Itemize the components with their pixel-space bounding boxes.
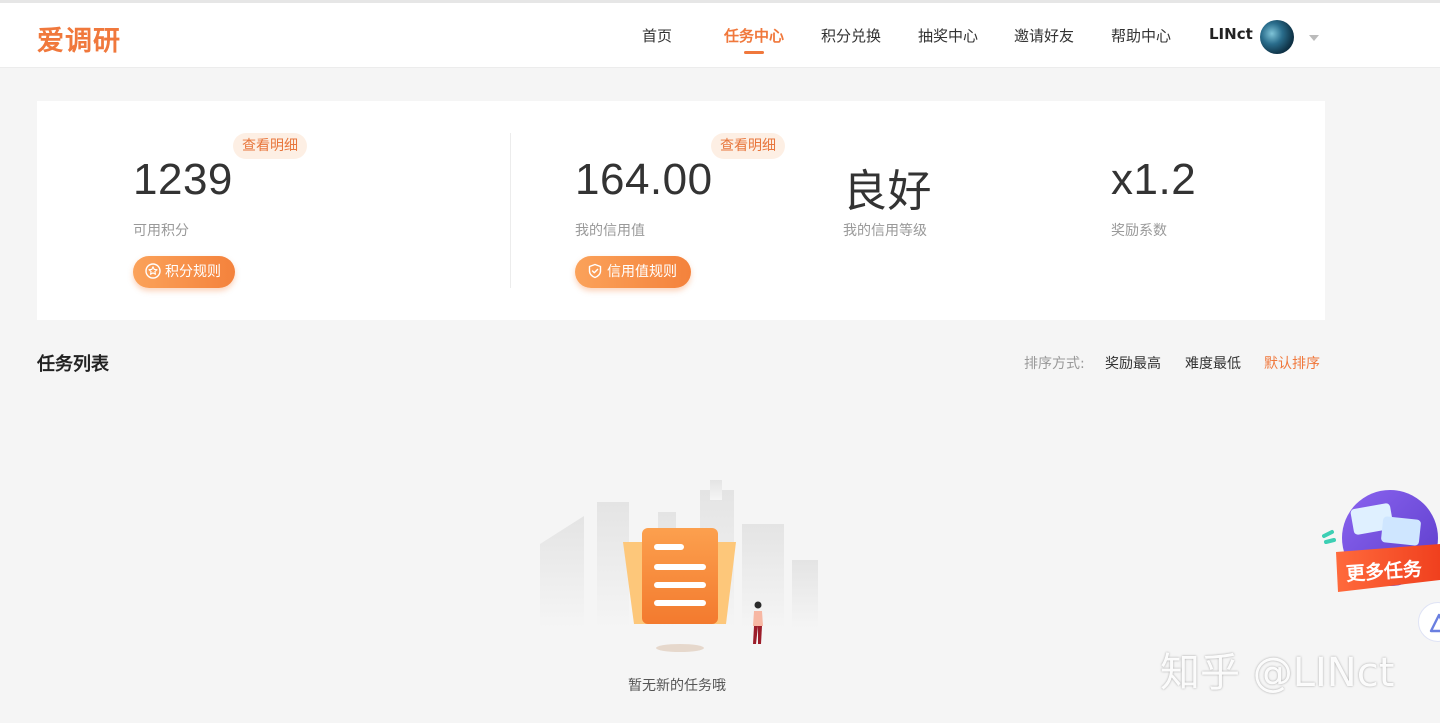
top-navbar: 爱调研 首页 任务中心 积分兑换 抽奖中心 邀请好友 帮助中心 LINct (0, 3, 1440, 68)
nav-item-lottery[interactable]: 抽奖中心 (918, 25, 978, 46)
nav-item-help[interactable]: 帮助中心 (1111, 25, 1171, 46)
stats-divider (510, 133, 511, 288)
watermark: 知乎 @LINct (1160, 650, 1395, 696)
credit-detail-link[interactable]: 查看明细 (711, 133, 785, 159)
points-label: 可用积分 (133, 223, 189, 239)
credit-level-value: 良好 (843, 167, 932, 216)
task-list-title: 任务列表 (37, 354, 109, 375)
credit-level-label: 我的信用等级 (843, 223, 927, 239)
stats-card: 查看明细 1239 可用积分 积分规则 查看明细 164.00 我的信用值 信用… (37, 101, 1325, 320)
more-tasks-badge-icon: 更多任务 (1322, 490, 1440, 592)
sort-label: 排序方式: (1024, 356, 1085, 372)
avatar[interactable] (1260, 20, 1294, 54)
username[interactable]: LINct (1209, 25, 1253, 43)
chevron-down-icon[interactable] (1309, 35, 1319, 41)
nav-item-home[interactable]: 首页 (642, 25, 672, 46)
credit-label: 我的信用值 (575, 223, 645, 239)
empty-state-illustration (540, 480, 818, 652)
empty-state-text: 暂无新的任务哦 (628, 678, 726, 694)
points-value: 1239 (133, 155, 233, 204)
sort-option-default[interactable]: 默认排序 (1264, 353, 1320, 373)
reward-multiplier-value: x1.2 (1111, 155, 1197, 204)
credit-rule-button[interactable]: 信用值规则 (575, 256, 691, 288)
reward-multiplier-label: 奖励系数 (1111, 223, 1167, 239)
nav-item-invite[interactable]: 邀请好友 (1014, 25, 1074, 46)
nav-item-task-center[interactable]: 任务中心 (724, 25, 784, 46)
active-nav-indicator (744, 51, 764, 54)
sort-option-highest-reward[interactable]: 奖励最高 (1105, 353, 1161, 373)
points-detail-link[interactable]: 查看明细 (233, 133, 307, 159)
credit-rule-label: 信用值规则 (607, 264, 677, 280)
star-badge-icon (145, 263, 161, 279)
triangle-logo-icon (1429, 613, 1440, 633)
points-rule-label: 积分规则 (165, 264, 221, 280)
points-rule-button[interactable]: 积分规则 (133, 256, 235, 288)
nav-item-points-exchange[interactable]: 积分兑换 (821, 25, 881, 46)
sort-option-lowest-difficulty[interactable]: 难度最低 (1185, 353, 1241, 373)
feedback-float-button[interactable] (1418, 602, 1440, 642)
more-tasks-float-button[interactable]: 更多任务 (1322, 488, 1440, 598)
shield-icon (588, 263, 602, 279)
credit-value: 164.00 (575, 155, 713, 204)
site-logo[interactable]: 爱调研 (37, 19, 121, 58)
